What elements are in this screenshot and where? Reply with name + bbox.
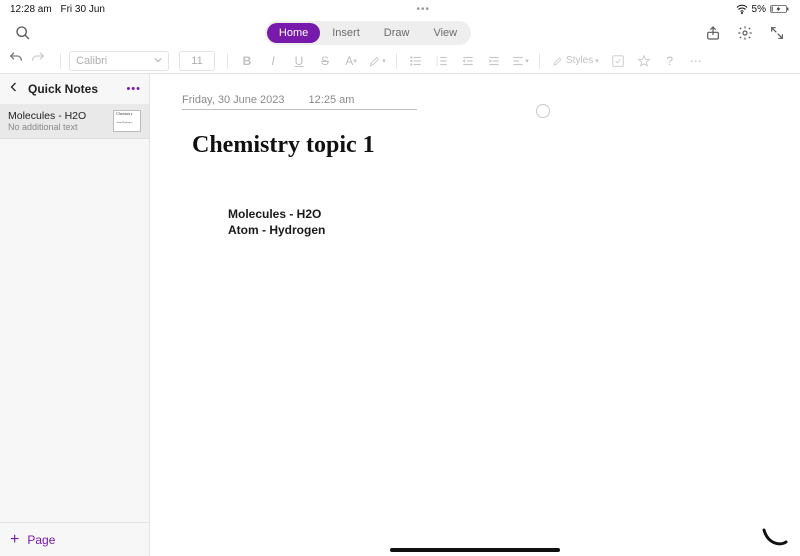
note-canvas[interactable]: Friday, 30 June 2023 12:25 am Chemistry … [150,74,800,556]
tab-draw[interactable]: Draw [372,23,422,43]
section-title[interactable]: Quick Notes [28,82,118,96]
todo-tag-button[interactable] [607,50,629,72]
undo-icon[interactable] [8,50,24,71]
tab-home[interactable]: Home [267,23,320,43]
font-name-select[interactable]: Calibri [69,51,169,71]
ribbon-tabs: Home Insert Draw View [265,21,471,45]
status-time: 12:28 am [10,4,52,15]
back-chevron-icon[interactable] [8,80,20,98]
page-list: Molecules - H2O No additional text Chemi… [0,104,149,522]
page-item-subtitle: No additional text [8,122,107,132]
add-page-label: Page [27,533,55,547]
tab-insert[interactable]: Insert [320,23,372,43]
outdent-button[interactable] [457,50,479,72]
tab-view[interactable]: View [421,23,469,43]
svg-text:3: 3 [436,62,438,66]
redo-icon[interactable] [30,50,46,71]
page-time: 12:25 am [309,94,355,106]
body-line: Atom - Hydrogen [228,222,325,238]
status-battery-percent: 5% [752,4,766,15]
align-button[interactable]: ▾ [509,50,531,72]
body-line: Molecules - H2O [228,206,325,222]
styles-label: Styles [566,55,593,66]
add-page-button[interactable]: + Page [0,522,149,556]
page-date: Friday, 30 June 2023 [182,94,285,106]
search-icon[interactable] [10,20,36,46]
ink-stroke [762,528,788,548]
font-color-button[interactable]: A▾ [340,50,362,72]
wifi-icon [736,4,748,14]
ink-circle-mark [536,104,550,118]
star-tag-button[interactable] [633,50,655,72]
page-timestamp: Friday, 30 June 2023 12:25 am [182,94,417,110]
status-date: Fri 30 Jun [60,4,104,15]
battery-charging-icon [770,4,790,14]
chevron-down-icon [154,55,162,67]
more-button[interactable]: ⋯ [685,50,707,72]
page-list-item[interactable]: Molecules - H2O No additional text Chemi… [0,104,149,139]
question-tag-button[interactable]: ? [659,50,681,72]
pages-sidebar: Quick Notes ••• Molecules - H2O No addit… [0,74,150,556]
highlight-button[interactable]: ▾ [366,50,388,72]
font-size-select[interactable]: 11 [179,51,215,71]
svg-text:Chemistry topic 1: Chemistry topic 1 [192,132,375,158]
numbering-button[interactable]: 123 [431,50,453,72]
underline-button[interactable]: U [288,50,310,72]
bold-button[interactable]: B [236,50,258,72]
note-body[interactable]: Molecules - H2O Atom - Hydrogen [228,206,325,238]
home-indicator[interactable] [390,548,560,552]
italic-button[interactable]: I [262,50,284,72]
page-item-title: Molecules - H2O [8,110,107,122]
bullets-button[interactable] [405,50,427,72]
formatting-ribbon: Calibri 11 B I U S A▾ ▾ 123 ▾ Styles ▾ ?… [0,48,800,74]
strikethrough-button[interactable]: S [314,50,336,72]
share-icon[interactable] [700,20,726,46]
fullscreen-icon[interactable] [764,20,790,46]
indent-button[interactable] [483,50,505,72]
settings-gear-icon[interactable] [732,20,758,46]
handwritten-title: Chemistry topic 1 [192,124,422,172]
styles-button[interactable]: Styles ▾ [548,55,603,67]
font-name-label: Calibri [76,55,107,67]
section-more-icon[interactable]: ••• [126,83,141,95]
multitask-dots-icon[interactable]: ••• [111,4,736,15]
ipad-status-bar: 12:28 am Fri 30 Jun ••• 5% [0,0,800,18]
plus-icon: + [10,532,19,548]
page-thumbnail: Chemistry Atom Hydrogen [113,110,141,132]
